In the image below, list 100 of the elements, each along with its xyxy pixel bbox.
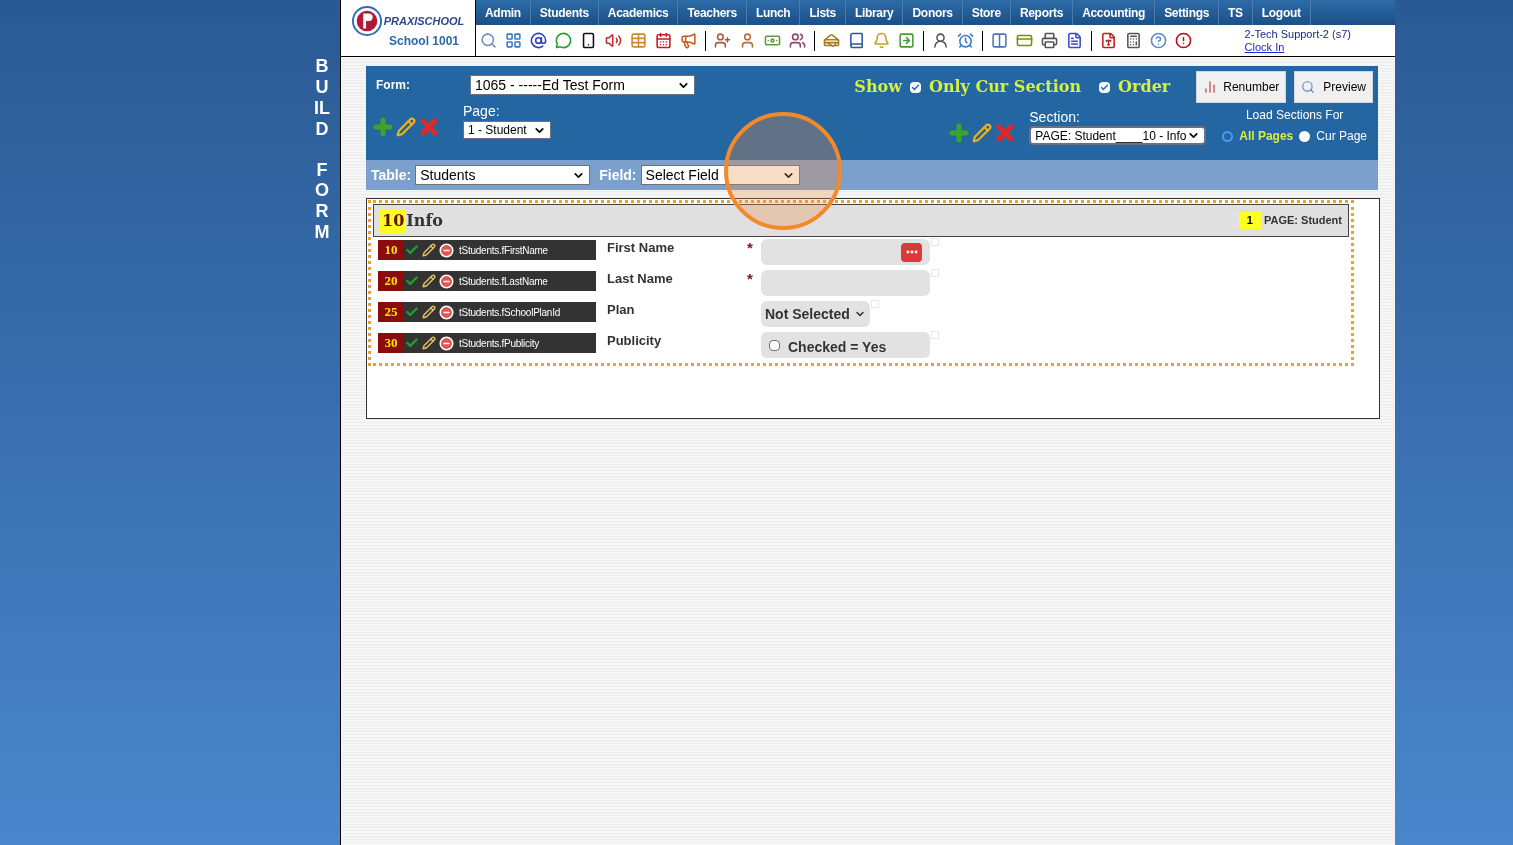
logo-emblem-icon — [351, 6, 382, 36]
checkbox[interactable] — [1099, 81, 1111, 93]
order-number: 10 — [378, 240, 404, 260]
bell-icon[interactable] — [873, 32, 890, 49]
at-sign-icon[interactable] — [530, 32, 547, 49]
preview-button[interactable]: Preview — [1294, 71, 1373, 103]
remove-icon[interactable] — [439, 304, 454, 320]
radio-option[interactable]: Cur Page — [1299, 127, 1367, 145]
calculator-icon[interactable] — [1125, 32, 1142, 49]
money-icon[interactable] — [764, 32, 781, 49]
radio-button[interactable] — [1299, 130, 1311, 142]
nav-tab[interactable]: Accounting — [1073, 0, 1156, 25]
help-icon[interactable] — [1150, 32, 1167, 49]
file-icon[interactable] — [1100, 32, 1117, 49]
section-number: 10 — [380, 208, 407, 233]
alarm-clock-icon[interactable] — [957, 32, 974, 49]
nav-tab[interactable]: Logout — [1252, 0, 1311, 25]
section-select[interactable]: PAGE: Student____10 - Info — [1029, 126, 1207, 145]
edit-icon[interactable] — [422, 243, 436, 257]
remove-icon[interactable] — [439, 335, 454, 351]
people-icon[interactable] — [789, 32, 806, 49]
text-field[interactable] — [761, 239, 930, 265]
page-label: Page: — [463, 103, 501, 119]
column-name: tStudents.fLastName — [459, 274, 548, 289]
grid-icon[interactable] — [505, 32, 522, 49]
remove-icon[interactable] — [439, 242, 454, 258]
order-number: 20 — [378, 271, 404, 291]
card-icon[interactable] — [1016, 32, 1033, 49]
search-icon[interactable] — [480, 32, 497, 49]
column-name: tStudents.fFirstName — [459, 243, 548, 258]
check-icon[interactable] — [405, 274, 419, 288]
page-number: 1 — [1238, 212, 1261, 229]
form-label: Form: — [375, 77, 411, 94]
edit-icon[interactable] — [422, 305, 436, 319]
renumber-button[interactable]: Renumber — [1196, 71, 1287, 103]
clock-in-link[interactable]: Clock In — [1244, 40, 1351, 54]
only-cur-section-label: Only Cur Section — [928, 76, 1082, 98]
field-label: Field: — [599, 165, 637, 185]
check-icon[interactable] — [405, 243, 419, 257]
section-title: Info — [406, 209, 443, 232]
brand-name: PRAXISCHOOL — [383, 13, 465, 29]
columns-icon[interactable] — [991, 32, 1008, 49]
more-button[interactable] — [901, 242, 922, 262]
nav-tab[interactable]: Library — [845, 0, 904, 25]
order-number: 30 — [378, 333, 404, 353]
nav-tab[interactable]: TS — [1219, 0, 1253, 25]
plan-select[interactable]: Not Selected — [761, 301, 870, 327]
user-icon[interactable] — [739, 32, 756, 49]
field-label: Last Name — [607, 270, 674, 288]
school-name: School 1001 — [389, 33, 459, 50]
check-icon[interactable] — [405, 305, 419, 319]
checkbox[interactable] — [909, 81, 921, 93]
printer-icon[interactable] — [1041, 32, 1058, 49]
edit-icon[interactable] — [422, 336, 436, 350]
checkbox[interactable] — [769, 339, 780, 351]
megaphone-icon[interactable] — [680, 32, 697, 49]
field-select[interactable]: Select Field — [640, 165, 800, 185]
table-icon[interactable] — [630, 32, 647, 49]
nav-tab[interactable]: Teachers — [678, 0, 747, 25]
nav-tab[interactable]: Admin — [476, 0, 531, 25]
edit-icon[interactable] — [972, 123, 993, 143]
show-label: Show — [854, 76, 902, 98]
table-select[interactable]: Students — [415, 165, 591, 185]
radio-option[interactable]: All Pages — [1222, 127, 1294, 145]
field-label: Plan — [607, 301, 636, 319]
field-label: Publicity — [607, 332, 663, 350]
nav-tab[interactable]: Settings — [1155, 0, 1220, 25]
remove-icon[interactable] — [439, 273, 454, 289]
phone-icon[interactable] — [580, 32, 597, 49]
alert-icon[interactable] — [1175, 32, 1192, 49]
edit-icon[interactable] — [422, 274, 436, 288]
nav-tab[interactable]: Store — [962, 0, 1011, 25]
chat-bubble-icon[interactable] — [555, 32, 572, 49]
user-plus-icon[interactable] — [714, 32, 731, 49]
nav-tab[interactable]: Lunch — [746, 0, 801, 25]
load-sections-label: Load Sections For — [1245, 107, 1344, 124]
arrow-box-icon[interactable] — [898, 32, 915, 49]
form-select[interactable]: 1065 - -----Ed Test Form — [470, 75, 695, 95]
edit-icon[interactable] — [396, 117, 416, 137]
check-icon[interactable] — [405, 336, 419, 350]
nav-tab[interactable]: Students — [530, 0, 599, 25]
page-name: PAGE: Student — [1264, 213, 1342, 229]
text-field[interactable] — [761, 270, 930, 296]
speaker-icon[interactable] — [605, 32, 622, 49]
vertical-title: BUILD — [313, 56, 330, 140]
logo[interactable]: PRAXISCHOOL School 1001 — [341, 0, 476, 56]
nav-tab[interactable]: Lists — [800, 0, 846, 25]
nav-tab[interactable]: Academics — [598, 0, 679, 25]
vertical-title: FORM — [313, 159, 330, 243]
book-icon[interactable] — [848, 32, 865, 49]
field-label: First Name — [607, 239, 676, 257]
search-icon — [1301, 80, 1316, 94]
calendar-icon[interactable] — [655, 32, 672, 49]
person-icon[interactable] — [932, 32, 949, 49]
radio-button[interactable] — [1222, 130, 1234, 142]
nav-tab[interactable]: Donors — [903, 0, 963, 25]
order-number: 25 — [378, 302, 404, 322]
nav-tab[interactable]: Reports — [1010, 0, 1074, 25]
page-select[interactable]: 1 - Student — [463, 121, 551, 139]
document-icon[interactable] — [1066, 32, 1083, 49]
